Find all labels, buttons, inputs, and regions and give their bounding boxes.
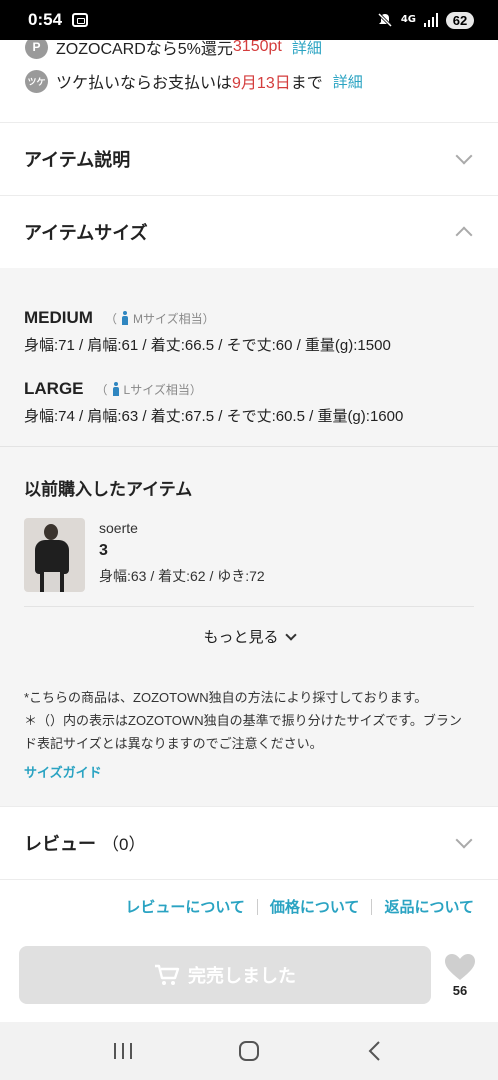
person-icon: [121, 311, 129, 325]
system-nav-bar: [0, 1022, 498, 1080]
purchase-bar: 完売しました 56: [0, 928, 498, 1022]
home-button[interactable]: [229, 1031, 269, 1071]
page-content[interactable]: P ZOZOCARDなら5%還元 3150pt 詳細 ツケ ツケ払いならお支払い…: [0, 40, 498, 928]
size-list: MEDIUM （ Mサイズ相当） 身幅:71 / 肩幅:61 / 着丈:66.5…: [0, 268, 498, 446]
person-icon: [112, 382, 120, 396]
zozocard-text: ZOZOCARDなら5%還元: [56, 41, 233, 58]
cart-icon: [155, 964, 180, 985]
policy-links: レビューについて 価格について 返品について: [0, 879, 498, 917]
review-title: レビュー （0）: [24, 830, 145, 856]
back-button[interactable]: [355, 1031, 395, 1071]
recent-apps-icon: [114, 1043, 132, 1059]
equiv-paren: （: [104, 311, 117, 326]
equiv-label: Lサイズ相当）: [123, 382, 202, 397]
previous-purchases: 以前購入したアイテム soerte 3 身幅:63 / 着丈:62 / ゆき:7…: [0, 446, 498, 666]
previous-item-size: 3: [99, 542, 108, 559]
tsuke-icon: ツケ: [25, 69, 48, 93]
size-measurements: 身幅:74 / 肩幅:63 / 着丈:67.5 / そで丈:60.5 / 重量(…: [24, 408, 404, 425]
zozo-point-icon: P: [25, 40, 48, 59]
tsuke-after: まで: [290, 75, 323, 92]
size-guide-link[interactable]: サイズガイド: [24, 761, 474, 806]
tsuke-detail-link[interactable]: 詳細: [333, 71, 363, 92]
network-label: 4G: [400, 14, 416, 25]
previous-item-thumbnail[interactable]: [24, 518, 85, 592]
chevron-down-icon: [455, 831, 473, 849]
back-icon: [368, 1041, 380, 1061]
return-policy-link[interactable]: 返品について: [384, 896, 474, 917]
recent-apps-button[interactable]: [103, 1031, 143, 1071]
size-name: LARGE: [24, 379, 84, 398]
tsuke-text: ツケ払いならお支払いは: [56, 75, 233, 92]
status-time: 0:54: [28, 10, 63, 29]
sold-out-label: 完売しました: [188, 966, 296, 986]
review-label: レビュー: [24, 834, 96, 854]
favorite-button[interactable]: 56: [440, 953, 480, 998]
mute-icon: [377, 12, 392, 28]
network-type: 4G: [401, 15, 416, 25]
status-bar: 0:54 4G 62: [0, 0, 498, 40]
size-panel: MEDIUM （ Mサイズ相当） 身幅:71 / 肩幅:61 / 着丈:66.5…: [0, 268, 498, 806]
equiv-paren: （: [95, 382, 108, 397]
previous-purchases-title: 以前購入したアイテム: [24, 480, 193, 499]
chevron-down-icon: [455, 147, 473, 165]
zozocard-detail-link[interactable]: 詳細: [292, 40, 322, 58]
link-divider: [256, 898, 258, 915]
size-medium: MEDIUM （ Mサイズ相当） 身幅:71 / 肩幅:61 / 着丈:66.5…: [24, 308, 474, 355]
previous-item-measurements: 身幅:63 / 着丈:62 / ゆき:72: [99, 568, 265, 584]
heart-icon: [445, 953, 475, 980]
zozocard-row: P ZOZOCARDなら5%還元 3150pt 詳細: [0, 40, 498, 64]
review-accordion[interactable]: レビュー （0）: [0, 806, 498, 879]
chevron-up-icon: [455, 226, 473, 244]
size-measurements: 身幅:71 / 肩幅:61 / 着丈:66.5 / そで丈:60 / 重量(g)…: [24, 337, 391, 354]
previous-item-brand: soerte: [99, 520, 138, 536]
price-policy-link[interactable]: 価格について: [270, 896, 360, 917]
item-size-title: アイテムサイズ: [24, 223, 148, 243]
signal-icon: [424, 13, 438, 27]
chevron-down-icon: [284, 628, 297, 641]
previous-item[interactable]: soerte 3 身幅:63 / 着丈:62 / ゆき:72: [24, 518, 474, 592]
size-large: LARGE （ Lサイズ相当） 身幅:74 / 肩幅:63 / 着丈:67.5 …: [24, 379, 474, 426]
note-line-2: ＊（）内の表示はZOZOTOWN独自の基準で振り分けたサイズです。ブランド表記サ…: [24, 713, 462, 751]
zozocard-points: 3150pt: [232, 40, 282, 55]
show-more-button[interactable]: もっと見る: [24, 606, 474, 666]
note-line-1: *こちらの商品は、ZOZOTOWN独自の方法により採寸しております。: [24, 690, 428, 705]
review-count: （0）: [102, 835, 146, 854]
link-divider: [371, 898, 373, 915]
size-notes: *こちらの商品は、ZOZOTOWN独自の方法により採寸しております。 ＊（）内の…: [0, 666, 498, 806]
equiv-label: Mサイズ相当）: [132, 311, 215, 326]
battery-indicator: 62: [446, 11, 474, 29]
screen-record-icon: [72, 13, 89, 27]
previous-item-info: soerte 3 身幅:63 / 着丈:62 / ゆき:72: [99, 518, 265, 592]
sold-out-button[interactable]: 完売しました: [19, 946, 431, 1004]
review-policy-link[interactable]: レビューについて: [125, 896, 245, 917]
item-size-accordion[interactable]: アイテムサイズ: [0, 195, 498, 268]
size-equivalent: （ Lサイズ相当）: [96, 381, 202, 398]
item-description-accordion[interactable]: アイテム説明: [0, 122, 498, 195]
tsuke-row: ツケ ツケ払いならお支払いは 9月13日 まで 詳細: [0, 64, 498, 98]
size-name: MEDIUM: [24, 308, 93, 327]
show-more-label: もっと見る: [203, 629, 279, 646]
status-icons: 4G 62: [377, 11, 474, 29]
item-description-title: アイテム説明: [24, 150, 131, 170]
size-equivalent: （ Mサイズ相当）: [105, 310, 215, 327]
tsuke-date: 9月13日: [232, 75, 291, 92]
favorite-count: 56: [452, 982, 468, 998]
home-icon: [239, 1041, 259, 1061]
